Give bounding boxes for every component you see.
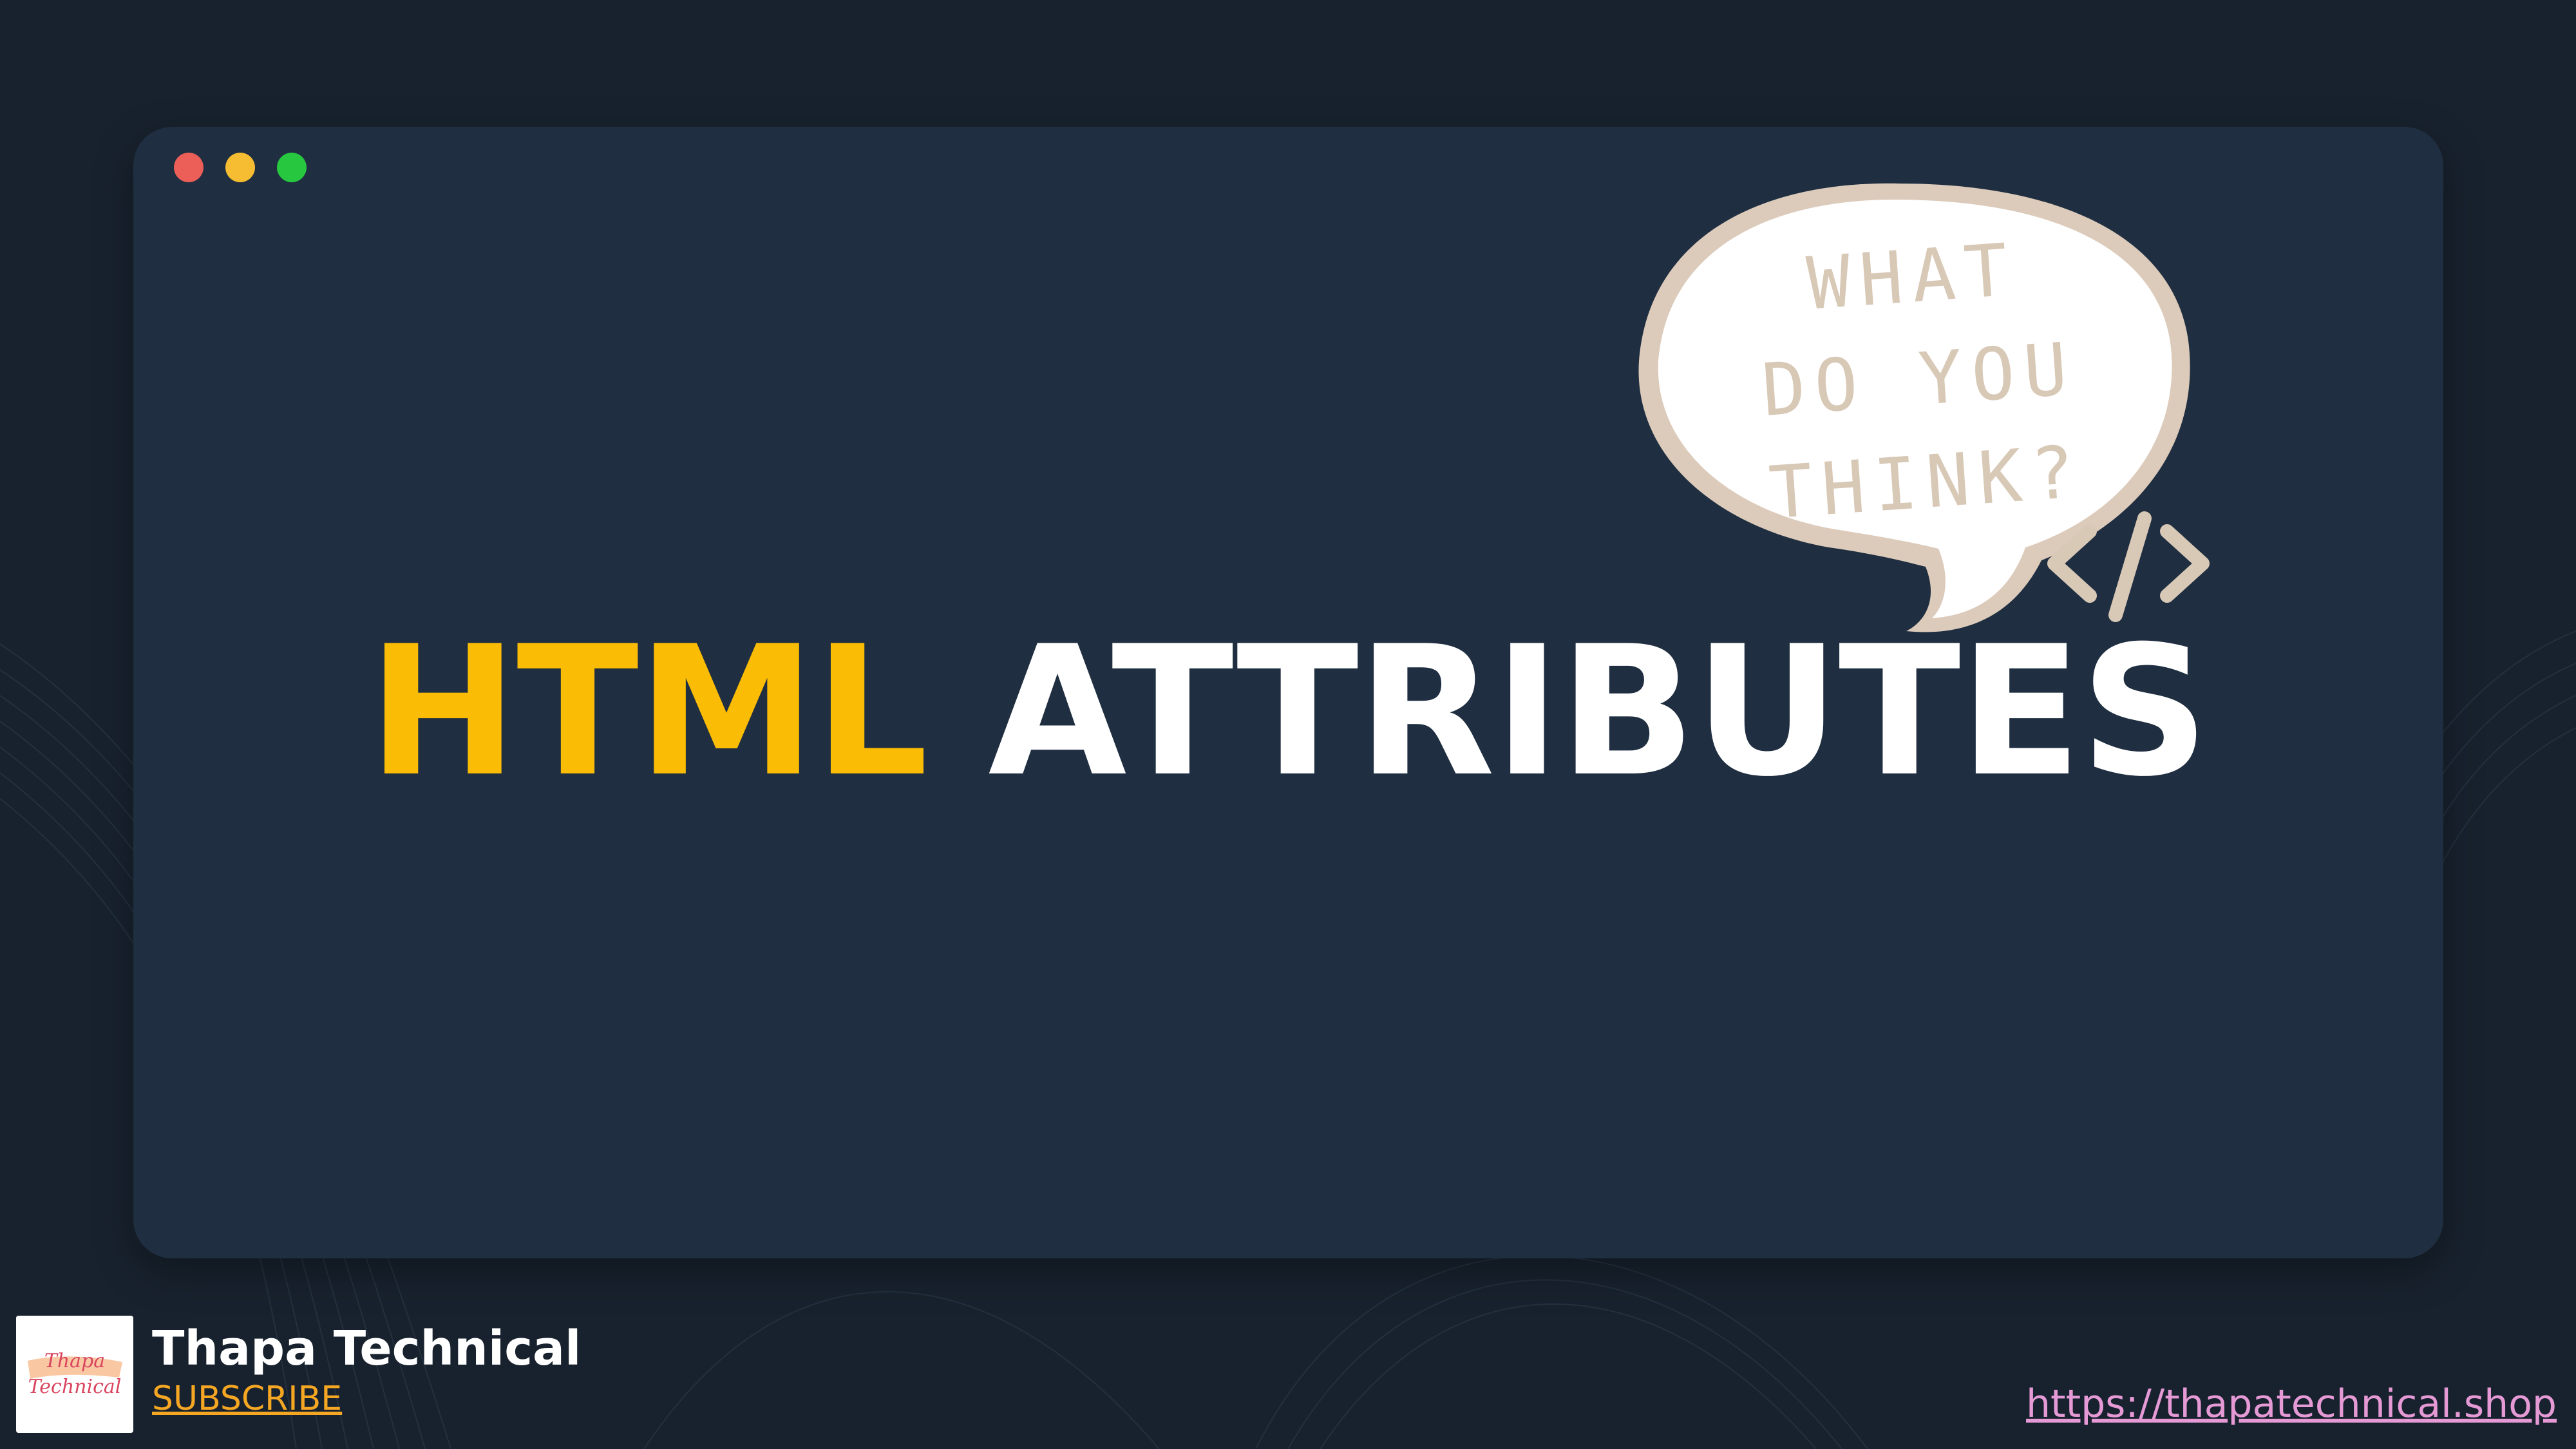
title-accent-word: HTML [368,607,929,816]
channel-logo-image: Thapa Technical [16,1316,133,1433]
close-window-icon[interactable] [174,153,204,182]
minimize-window-icon[interactable] [225,153,255,182]
svg-text:Thapa: Thapa [44,1350,105,1372]
title-main-word: ATTRIBUTES [988,607,2209,816]
svg-text:Technical: Technical [28,1376,122,1398]
thumbnail-screen: { "headline": { "accent": "HTML", "main"… [0,0,2576,1449]
channel-name: Thapa Technical [152,1321,582,1376]
maximize-window-icon[interactable] [277,153,307,182]
subscribe-link[interactable]: SUBSCRIBE [152,1376,342,1421]
speech-bubble-text: WHAT DO YOU THINK? [1677,209,2161,550]
page-title: HTML ATTRIBUTES [0,615,2576,808]
website-link[interactable]: https://thapatechnical.shop [2026,1378,2557,1430]
channel-logo[interactable]: Thapa Technical [16,1316,133,1433]
